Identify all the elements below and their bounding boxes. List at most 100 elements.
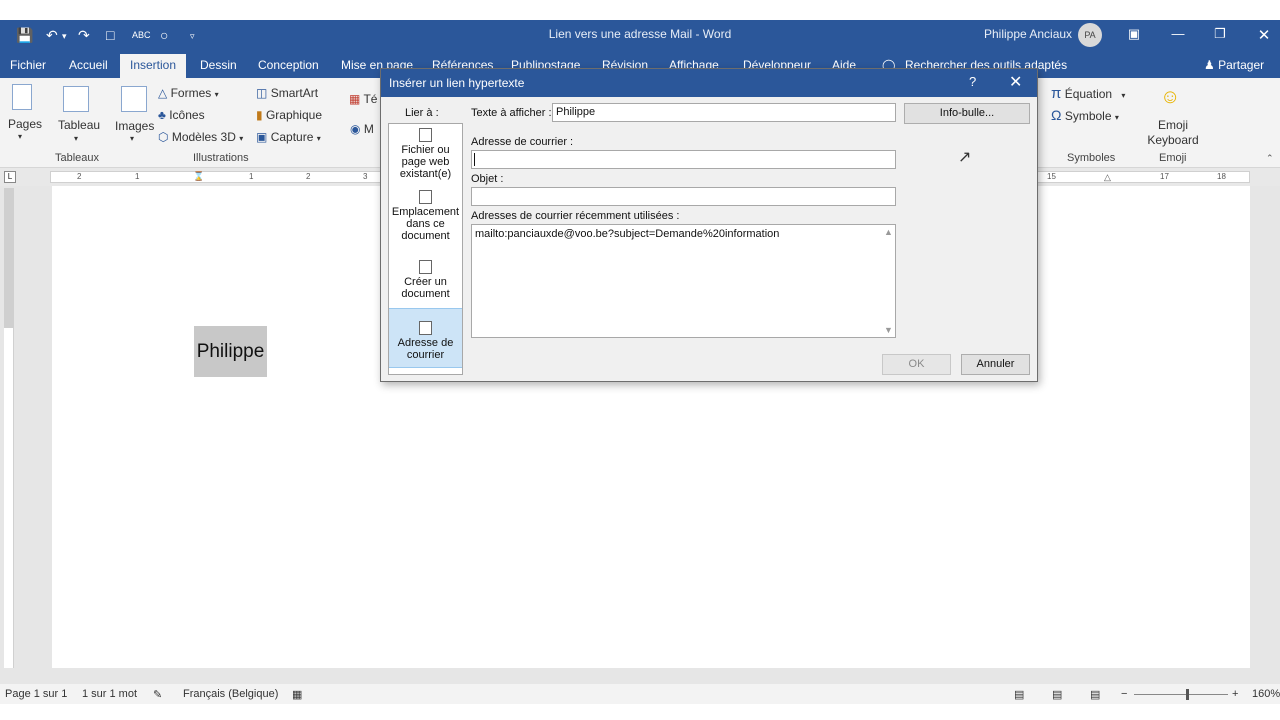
omega-icon: Ω bbox=[1051, 107, 1062, 123]
subject-input[interactable] bbox=[471, 187, 896, 206]
objet-label: Objet : bbox=[471, 173, 504, 185]
tableau-button[interactable]: Tableau bbox=[58, 118, 100, 132]
capture-button[interactable]: Capture bbox=[271, 130, 314, 144]
formes-dropdown-icon[interactable]: ▾ bbox=[215, 90, 219, 99]
email-address-input[interactable] bbox=[471, 150, 896, 169]
telecharger-button[interactable]: Té bbox=[363, 92, 377, 106]
dialog-title: Insérer un lien hypertexte bbox=[389, 76, 525, 90]
ribbon-display-options-icon[interactable]: ▣ bbox=[1124, 26, 1144, 42]
tab-fichier[interactable]: Fichier bbox=[10, 58, 46, 72]
pi-icon: π bbox=[1051, 85, 1062, 102]
capture-dropdown-icon[interactable]: ▾ bbox=[317, 134, 321, 143]
texte-a-afficher-input[interactable]: Philippe bbox=[552, 103, 896, 122]
language[interactable]: Français (Belgique) bbox=[183, 688, 278, 700]
smartart-icon: ◫ bbox=[256, 86, 268, 100]
group-tableaux: Tableaux bbox=[55, 152, 100, 164]
link-option-place-in-document[interactable]: Emplacement dans ce document bbox=[389, 190, 462, 246]
selected-text[interactable]: Philippe bbox=[194, 326, 267, 377]
collapse-ribbon-icon[interactable]: ⌃ bbox=[1266, 153, 1274, 164]
pages-icon bbox=[12, 84, 32, 110]
cancel-button[interactable]: Annuler bbox=[961, 354, 1030, 375]
zoom-in-button[interactable]: + bbox=[1232, 688, 1238, 700]
pages-button[interactable]: Pages bbox=[8, 117, 42, 131]
images-dropdown-icon[interactable]: ▾ bbox=[130, 134, 134, 143]
word-count[interactable]: 1 sur 1 mot bbox=[82, 688, 137, 700]
minimize-icon[interactable]: — bbox=[1168, 26, 1188, 41]
print-layout-icon[interactable]: ▤ bbox=[1052, 688, 1062, 701]
chart-icon: ▮ bbox=[256, 108, 263, 122]
restore-icon[interactable]: ❐ bbox=[1210, 26, 1230, 42]
info-bulle-button[interactable]: Info-bulle... bbox=[904, 103, 1030, 124]
ruler-tick: 15 bbox=[1047, 172, 1056, 181]
modeles3d-button[interactable]: Modèles 3D bbox=[172, 130, 236, 144]
mouse-pointer-icon: ↗ bbox=[958, 149, 972, 166]
share-button[interactable]: ♟ Partager bbox=[1204, 58, 1264, 72]
equation-dropdown-icon[interactable]: ▾ bbox=[1121, 91, 1125, 100]
list-item[interactable]: mailto:panciauxde@voo.be?subject=Demande… bbox=[475, 228, 779, 240]
vertical-ruler-margin bbox=[4, 188, 14, 328]
tab-selector-icon[interactable]: L bbox=[4, 171, 16, 183]
scroll-down-icon[interactable]: ▼ bbox=[884, 325, 893, 335]
addin-store-icon: ▦ bbox=[349, 92, 361, 106]
graphique-button[interactable]: Graphique bbox=[266, 108, 322, 122]
adresse-courrier-label: Adresse de courrier : bbox=[471, 136, 574, 148]
person-icon: ♟ bbox=[1204, 58, 1215, 72]
link-option-existing-file[interactable]: Fichier ou page web existant(e) bbox=[389, 128, 462, 184]
my-addins-button[interactable]: M bbox=[364, 122, 374, 136]
symbole-dropdown-icon[interactable]: ▾ bbox=[1115, 113, 1119, 122]
smartart-button[interactable]: SmartArt bbox=[271, 86, 318, 100]
recent-addresses-list[interactable]: mailto:panciauxde@voo.be?subject=Demande… bbox=[471, 224, 896, 338]
page-count[interactable]: Page 1 sur 1 bbox=[5, 688, 67, 700]
zoom-slider[interactable] bbox=[1134, 694, 1228, 695]
web-page-icon bbox=[419, 128, 432, 142]
recent-list-scrollbar[interactable]: ▲ ▼ bbox=[881, 225, 895, 337]
link-option-email-address[interactable]: Adresse de courrier bbox=[389, 308, 462, 368]
share-label: Partager bbox=[1218, 58, 1265, 72]
equation-button[interactable]: Équation bbox=[1065, 87, 1112, 101]
zoom-slider-thumb[interactable] bbox=[1186, 689, 1189, 700]
proofing-icon[interactable]: ✎ bbox=[153, 688, 162, 701]
group-emoji: Emoji bbox=[1159, 152, 1187, 164]
right-indent-marker-icon[interactable]: △ bbox=[1104, 172, 1111, 183]
link-option-new-document[interactable]: Créer un document bbox=[389, 260, 462, 308]
dialog-title-bar: Insérer un lien hypertexte ? ✕ bbox=[381, 69, 1037, 97]
icons-icon: ♣ bbox=[158, 108, 166, 122]
emoji-keyboard-button[interactable]: Emoji Keyboard bbox=[1146, 118, 1200, 148]
help-button[interactable]: ? bbox=[969, 74, 976, 89]
group-illustrations: Illustrations bbox=[193, 152, 249, 164]
tableau-dropdown-icon[interactable]: ▾ bbox=[74, 134, 78, 143]
ruler-tick: 1 bbox=[249, 172, 254, 181]
formes-button[interactable]: Formes bbox=[171, 86, 212, 100]
read-mode-icon[interactable]: ▤ bbox=[1014, 688, 1024, 701]
indent-marker-icon[interactable]: ⌛ bbox=[193, 171, 204, 182]
tab-dessin[interactable]: Dessin bbox=[200, 58, 237, 72]
scroll-up-icon[interactable]: ▲ bbox=[884, 227, 893, 237]
tab-accueil[interactable]: Accueil bbox=[69, 58, 108, 72]
ruler-tick: 2 bbox=[306, 172, 311, 181]
tab-conception[interactable]: Conception bbox=[258, 58, 319, 72]
screenshot-icon: ▣ bbox=[256, 130, 268, 144]
macro-record-icon[interactable]: ▦ bbox=[292, 688, 302, 701]
link-option-label: Fichier ou page web existant(e) bbox=[399, 144, 452, 180]
table-icon bbox=[63, 86, 89, 112]
user-name[interactable]: Philippe Anciaux bbox=[984, 27, 1072, 41]
avatar[interactable]: PA bbox=[1078, 23, 1102, 47]
shapes-icon: △ bbox=[158, 86, 168, 100]
icones-button[interactable]: Icônes bbox=[169, 108, 204, 122]
my-addins-icon: ◉ bbox=[350, 122, 361, 136]
zoom-out-button[interactable]: − bbox=[1121, 688, 1127, 700]
zoom-level[interactable]: 160% bbox=[1252, 688, 1280, 700]
modeles3d-dropdown-icon[interactable]: ▾ bbox=[239, 134, 243, 143]
vertical-ruler bbox=[4, 188, 14, 668]
tab-insertion[interactable]: Insertion bbox=[120, 54, 187, 78]
images-button[interactable]: Images bbox=[115, 119, 154, 133]
pages-dropdown-icon[interactable]: ▾ bbox=[18, 132, 22, 141]
symbole-button[interactable]: Symbole bbox=[1065, 109, 1112, 123]
close-icon[interactable]: ✕ bbox=[1009, 72, 1022, 92]
email-icon bbox=[419, 321, 432, 335]
link-option-label: Adresse de courrier bbox=[397, 337, 454, 361]
recent-addresses-label: Adresses de courrier récemment utilisées… bbox=[471, 210, 680, 222]
web-layout-icon[interactable]: ▤ bbox=[1090, 688, 1100, 701]
ok-button[interactable]: OK bbox=[882, 354, 951, 375]
close-window-icon[interactable]: ✕ bbox=[1254, 26, 1274, 44]
